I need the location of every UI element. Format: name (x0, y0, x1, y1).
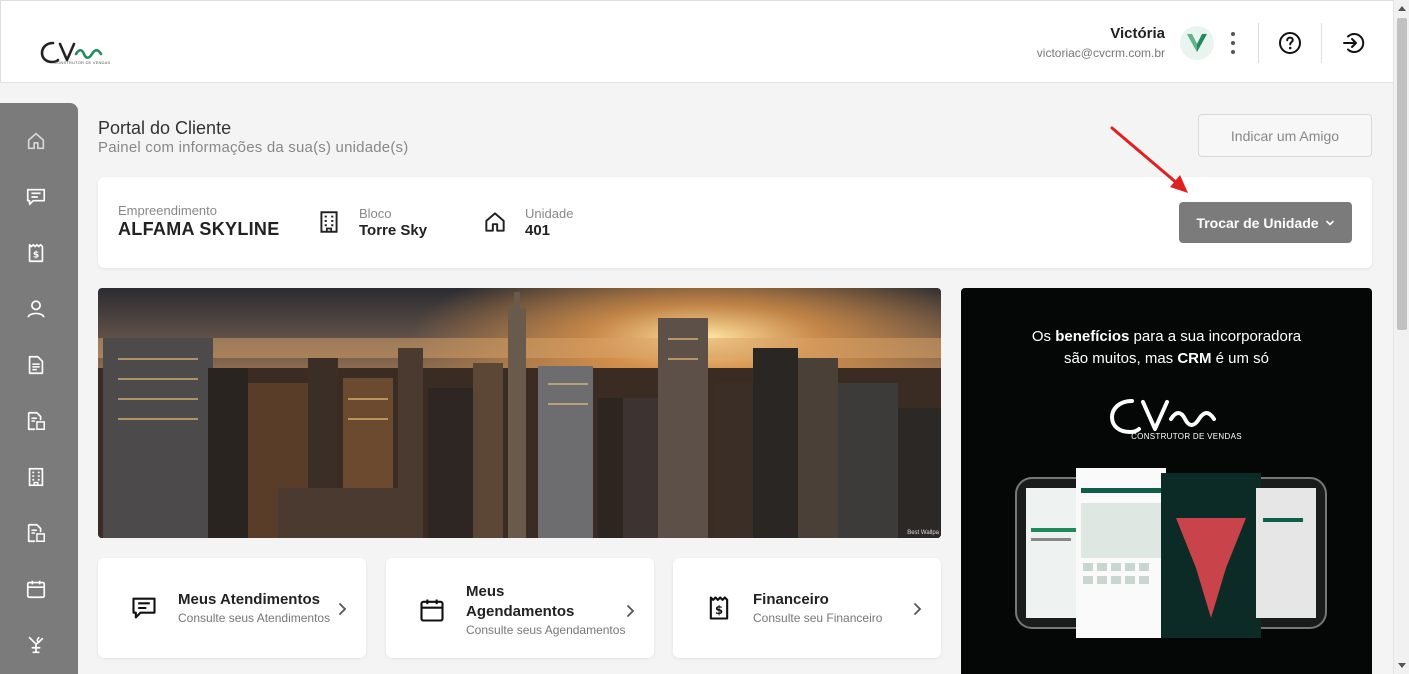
sidebar: $ (0, 103, 78, 674)
bloco-label: Bloco (359, 206, 392, 221)
home-icon (27, 132, 45, 150)
scroll-down-icon[interactable] (1398, 663, 1406, 668)
sidebar-item-financeiro[interactable]: $ (23, 240, 49, 266)
card-title: Financeiro (753, 591, 829, 608)
card-title: Meus Agendamentos (466, 583, 575, 620)
avatar-v-icon (1187, 34, 1207, 52)
header-divider (1258, 23, 1259, 63)
sidebar-item-perfil[interactable] (23, 296, 49, 322)
indicar-amigo-button[interactable]: Indicar um Amigo (1198, 114, 1372, 157)
sidebar-item-agenda[interactable] (23, 576, 49, 602)
promo-text: Os benefícios para a sua incorporadora s… (1031, 328, 1302, 367)
card-meus-atendimentos[interactable]: Meus Atendimentos Consulte seus Atendime… (98, 558, 366, 658)
sidebar-item-documentos[interactable] (23, 352, 49, 378)
card-subtitle: Consulte seus Atendimentos (178, 611, 331, 625)
user-icon (27, 300, 45, 318)
page-subtitle: Painel com informações da sua(s) unidade… (98, 139, 409, 156)
tools-icon (28, 636, 44, 654)
logo-subtitle: CONSTRUTOR DE VENDAS (54, 60, 111, 65)
calendar-icon (420, 599, 444, 622)
building-icon (28, 467, 44, 487)
card-title: Meus Atendimentos (178, 591, 320, 608)
header-divider (1321, 23, 1322, 63)
sidebar-item-assistencia[interactable] (23, 632, 49, 658)
trocar-unidade-button[interactable]: Trocar de Unidade (1179, 202, 1352, 243)
unidade-label: Unidade (525, 206, 574, 221)
unidade-value: 401 (525, 222, 551, 239)
chat-icon (26, 188, 46, 206)
svg-text:$: $ (33, 250, 39, 261)
document-search-icon (27, 411, 45, 431)
help-icon[interactable] (1278, 31, 1302, 55)
top-header: CONSTRUTOR DE VENDAS Victória victoriac@… (0, 0, 1393, 83)
calendar-icon (26, 580, 46, 599)
user-name: Victória (1110, 25, 1165, 42)
document-search-icon (27, 523, 45, 543)
home-icon (485, 212, 505, 232)
device-mockup-image (1015, 468, 1327, 638)
chevron-right-icon (627, 605, 635, 617)
card-financeiro[interactable]: $ Financeiro Consulte seu Financeiro (673, 558, 941, 658)
page-title: Portal do Cliente (98, 118, 232, 138)
logout-icon[interactable] (1341, 31, 1365, 55)
scroll-up-icon[interactable] (1398, 6, 1406, 11)
card-subtitle: Consulte seu Financeiro (753, 611, 883, 625)
banner-image[interactable]: Best Wallpa (98, 288, 941, 538)
user-info[interactable]: Victória victoriac@cvcrm.com.br (1037, 25, 1165, 60)
bloco-value: Torre Sky (359, 222, 428, 239)
chat-icon (132, 597, 156, 619)
finance-icon: $ (28, 243, 44, 263)
finance-icon: $ (709, 596, 729, 620)
card-meus-agendamentos[interactable]: Meus Agendamentos Consulte seus Agendame… (386, 558, 654, 658)
sidebar-item-home[interactable] (23, 128, 49, 154)
chevron-right-icon (339, 603, 347, 615)
card-subtitle: Consulte seus Agendamentos (466, 623, 626, 637)
sidebar-item-empreendimento[interactable] (23, 464, 49, 490)
empreendimento-value: ALFAMA SKYLINE (118, 219, 280, 239)
chevron-down-icon (1325, 220, 1334, 226)
promo-logo-subtitle: CONSTRUTOR DE VENDAS (1131, 432, 1242, 441)
avatar[interactable] (1180, 26, 1214, 60)
scroll-thumb[interactable] (1397, 18, 1407, 330)
city-skyline-image (98, 288, 941, 538)
annotation-arrow-icon (1110, 126, 1188, 193)
promo-banner[interactable]: Os benefícios para a sua incorporadora s… (961, 288, 1372, 674)
document-icon (28, 355, 44, 375)
empreendimento-label: Empreendimento (118, 203, 217, 218)
sidebar-item-atendimentos[interactable] (23, 184, 49, 210)
svg-text:$: $ (715, 603, 723, 617)
image-credit: Best Wallpa (907, 530, 939, 536)
sidebar-item-consulta[interactable] (23, 408, 49, 434)
chevron-right-icon (914, 603, 922, 615)
trocar-unidade-label: Trocar de Unidade (1196, 214, 1319, 231)
user-email: victoriac@cvcrm.com.br (1036, 46, 1165, 60)
page-scrollbar[interactable] (1393, 0, 1409, 674)
kebab-icon[interactable] (1223, 29, 1243, 57)
building-icon (320, 211, 338, 233)
sidebar-item-consulta-2[interactable] (23, 520, 49, 546)
